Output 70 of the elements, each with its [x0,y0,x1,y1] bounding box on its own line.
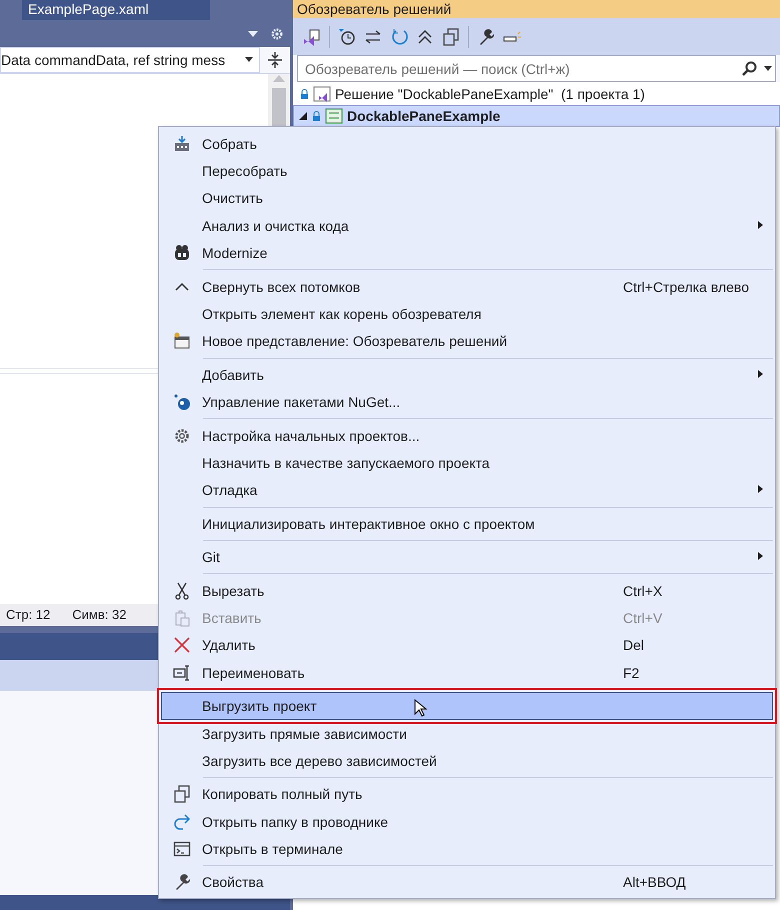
menu-item[interactable]: Загрузить прямые зависимости [161,720,773,748]
menu-item[interactable]: Свойства Alt+ВВОД [161,868,773,896]
menu-item[interactable]: Собрать [161,130,773,158]
tree-item[interactable]: DockablePaneExample [293,105,780,127]
status-text: Симв: 32 [72,607,126,622]
shortcut-label: Del [623,637,646,654]
refresh-icon[interactable] [390,28,408,46]
copy-icon[interactable] [442,28,460,46]
search-icon [741,60,757,76]
lock-icon [300,88,309,100]
menu-item[interactable]: Пересобрать [161,157,773,185]
scrollbar-thumb[interactable] [272,88,286,128]
menu-item[interactable]: Добавить [161,361,773,389]
expander-icon[interactable] [298,111,308,121]
menu-item[interactable]: Настройка начальных проектов... [161,422,773,450]
tree-item[interactable]: Решение "DockablePaneExample" (1 проекта 1) [293,83,780,105]
search-field[interactable]: Обозреватель решений — поиск (Ctrl+ж) [297,55,776,82]
scissors-icon [173,582,191,600]
menu-item[interactable]: Назначить в качестве запускаемого проекта [161,449,773,477]
panel-title: Обозреватель решений [297,1,452,17]
settings-icon[interactable] [270,26,284,41]
menu-item[interactable]: Новое представление: Обозреватель решений [161,328,773,356]
menu-item[interactable]: Переименовать F2 [161,659,773,686]
menu-item[interactable]: Загрузить все дерево зависимостей [161,747,773,775]
new-window-icon [173,332,191,350]
document-tab[interactable]: ExamplePage.xaml [22,0,210,20]
lock-icon [312,110,321,122]
menu-item[interactable]: Git [161,543,773,571]
cursor-icon [414,699,428,718]
clipboard-icon [173,608,191,627]
terminal-icon [173,840,191,858]
member-dropdown[interactable]: Data commandData, ref string mess [0,47,260,74]
robot-icon [173,244,191,262]
menu-item[interactable]: Удалить Del [161,632,773,660]
menu-item[interactable]: Вырезать Ctrl+X [161,576,773,604]
shortcut-label: Ctrl+V [623,610,664,626]
menu-item[interactable]: Очистить [161,184,773,212]
delete-icon [173,636,191,654]
menu-item[interactable]: Свернуть всех потомков Ctrl+Стрелка влево [161,272,773,300]
solution-icon[interactable] [303,28,321,46]
gear-icon [173,426,191,445]
menu-item[interactable]: Отладка [161,476,773,504]
package-icon [173,393,191,412]
menu-item[interactable]: Modernize [161,240,773,267]
tree-item-label: DockablePaneExample [347,108,500,124]
menu-item[interactable]: Открыть в терминале [161,835,773,863]
build-icon [173,134,191,153]
collapse-all-icon[interactable] [416,28,434,46]
history-icon[interactable] [338,28,356,46]
solution-icon [313,85,331,103]
menu-item[interactable]: Открыть элемент как корень обозревателя [161,300,773,328]
project-icon [325,108,343,124]
copy-icon [173,785,191,804]
search-input[interactable]: Обозреватель решений — поиск (Ctrl+ж) [303,60,737,78]
status-text: Стр: 12 [6,607,50,622]
swap-arrows-icon[interactable] [364,28,382,46]
tree-item-label: Решение "DockablePaneExample" (1 проекта 1) [335,86,645,102]
menu-item[interactable]: Открыть папку в проводнике [161,808,773,836]
menu-item[interactable]: Инициализировать интерактивное окно с проектом [161,510,773,538]
rename-icon [173,664,191,682]
shortcut-label: Ctrl+X [623,582,664,599]
shortcut-label: F2 [623,664,640,681]
menu-item[interactable]: Анализ и очистка кода [161,212,773,240]
shortcut-label: Alt+ВВОД [623,874,687,890]
split-icon[interactable] [267,51,283,70]
menu-item[interactable]: Копировать полный путь [161,780,773,808]
dropdown-arrow-icon[interactable] [761,66,775,72]
redo-arrow-icon [173,812,191,831]
menu-item[interactable]: Управление пакетами NuGet... [161,388,773,416]
shortcut-label: Ctrl+Стрелка влево [623,278,750,295]
